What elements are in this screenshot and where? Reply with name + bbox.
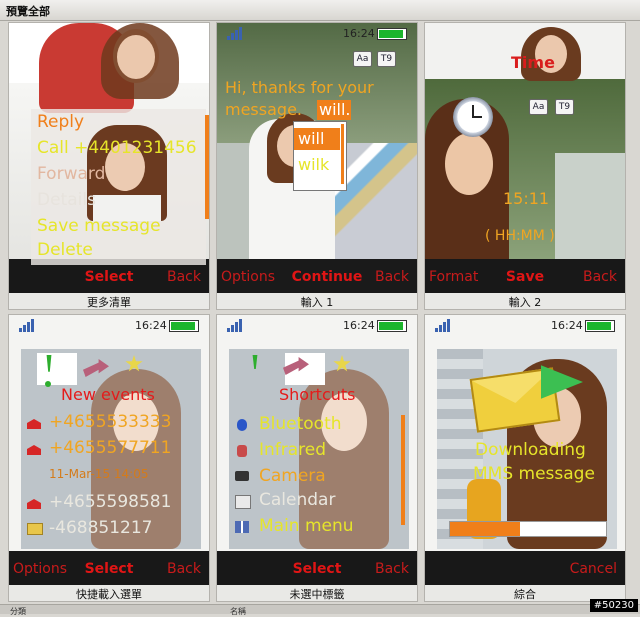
phone-screen: Reply Call +4401231456 Forward Details S… bbox=[9, 23, 209, 293]
signal-icon bbox=[429, 318, 451, 332]
preview-caption: 輸入 1 bbox=[300, 296, 334, 309]
t9-suggestions: will wilk bbox=[293, 121, 347, 191]
phone-screen: 16:24 Downloading MMS message Cancel bbox=[425, 315, 625, 585]
shortcuts-title: Shortcuts bbox=[279, 385, 356, 404]
word-highlight: will. bbox=[317, 100, 351, 120]
download-text-line-1: Downloading bbox=[475, 440, 586, 460]
clock: 16:24 bbox=[135, 319, 167, 332]
preview-caption: 快捷載入選單 bbox=[76, 588, 142, 601]
progress-fill bbox=[450, 522, 521, 536]
watermark: #50230 bbox=[589, 599, 638, 612]
download-text-line-2: MMS message bbox=[473, 464, 595, 484]
softkey-back[interactable]: Back bbox=[375, 561, 409, 577]
preview-composite[interactable]: 16:24 Downloading MMS message Cancel 綜合 bbox=[424, 314, 626, 602]
message-icon bbox=[27, 523, 43, 535]
menu-item-forward[interactable]: Forward bbox=[37, 163, 105, 186]
time-value[interactable]: 15:11 bbox=[503, 187, 549, 210]
phone-screen: Time Aa T9 15:11 ( HH:MM ) Format Save B… bbox=[425, 23, 625, 293]
clock: 16:24 bbox=[343, 319, 375, 332]
softkey-back[interactable]: Back bbox=[583, 269, 617, 285]
infrared-icon bbox=[237, 445, 247, 457]
clock-icon bbox=[453, 97, 493, 137]
case-mode-icon: Aa bbox=[529, 99, 548, 115]
time-header: Time bbox=[511, 53, 555, 72]
battery-icon bbox=[377, 320, 407, 332]
time-format-hint: ( HH:MM ) bbox=[485, 228, 555, 244]
calendar-icon bbox=[235, 495, 251, 509]
status-bar: 16:24 bbox=[217, 315, 417, 335]
battery-icon bbox=[585, 320, 615, 332]
status-bar: 16:24 bbox=[9, 315, 209, 335]
clock: 16:24 bbox=[551, 319, 583, 332]
progress-bar bbox=[449, 521, 607, 537]
softkey-bar: Options Select Back bbox=[9, 561, 209, 583]
phone-screen: 16:24 Aa T9 Hi, thanks for your message.… bbox=[217, 23, 417, 293]
softkey-back[interactable]: Back bbox=[167, 269, 201, 285]
signal-icon bbox=[13, 318, 35, 332]
menu-item-delete[interactable]: Delete bbox=[37, 239, 93, 262]
battery-icon bbox=[169, 320, 199, 332]
camera-icon bbox=[235, 471, 249, 481]
shortcut-main-menu[interactable]: Main menu bbox=[259, 515, 354, 538]
scrollbar[interactable] bbox=[401, 415, 405, 525]
preview-caption: 更多清單 bbox=[87, 296, 131, 309]
signal-icon bbox=[221, 318, 243, 332]
message-text-line-2[interactable]: message. bbox=[225, 99, 302, 121]
menu-item-call[interactable]: Call +4401231456 bbox=[37, 137, 197, 160]
softkey-back[interactable]: Back bbox=[375, 269, 409, 285]
window-title: 預覽全部 bbox=[6, 5, 50, 18]
status-bar: 16:24 bbox=[217, 23, 417, 43]
status-bar: 16:24 bbox=[425, 315, 625, 335]
preview-input-1[interactable]: 16:24 Aa T9 Hi, thanks for your message.… bbox=[216, 22, 418, 310]
preview-unselected-tabs[interactable]: 16:24 Shortcuts Bluetooth Infrared Camer… bbox=[216, 314, 418, 602]
name-label: 名稱 bbox=[230, 607, 246, 616]
suggestion-wilk[interactable]: wilk bbox=[298, 154, 329, 176]
event-item-1[interactable]: +4655533333 bbox=[49, 411, 171, 434]
shortcut-infrared[interactable]: Infrared bbox=[259, 439, 326, 462]
softkey-bar: Format Save Back bbox=[425, 269, 625, 291]
event-item-3[interactable]: +4655598581 bbox=[49, 491, 171, 514]
preview-more-menu[interactable]: Reply Call +4401231456 Forward Details S… bbox=[8, 22, 210, 310]
softkey-bar: Select Back bbox=[217, 561, 417, 583]
preview-input-2[interactable]: Time Aa T9 15:11 ( HH:MM ) Format Save B… bbox=[424, 22, 626, 310]
preview-quick-menu[interactable]: 16:24 New events +4655533333 +4655577711… bbox=[8, 314, 210, 602]
shortcut-bluetooth[interactable]: Bluetooth bbox=[259, 413, 342, 436]
softkey-bar: Options Continue Back bbox=[217, 269, 417, 291]
softkey-cancel[interactable]: Cancel bbox=[570, 561, 617, 577]
case-mode-icon: Aa bbox=[353, 51, 372, 67]
phone-screen: 16:24 Shortcuts Bluetooth Infrared Camer… bbox=[217, 315, 417, 585]
clock: 16:24 bbox=[343, 27, 375, 40]
new-events-title: New events bbox=[61, 385, 155, 404]
phone-screen: 16:24 New events +4655533333 +4655577711… bbox=[9, 315, 209, 585]
preview-caption: 輸入 2 bbox=[508, 296, 542, 309]
t9-mode-icon: T9 bbox=[555, 99, 574, 115]
shortcut-camera[interactable]: Camera bbox=[259, 465, 326, 488]
highlighted-word[interactable]: will. bbox=[319, 100, 351, 120]
softkey-bar: Select Back bbox=[9, 269, 209, 291]
category-label: 分類 bbox=[10, 607, 26, 616]
t9-mode-icon: T9 bbox=[377, 51, 396, 67]
softkey-back[interactable]: Back bbox=[167, 561, 201, 577]
softkey-bar: Cancel bbox=[425, 561, 625, 583]
event-timestamp: 11-Mar-15 14:05 bbox=[49, 467, 149, 481]
menu-item-details[interactable]: Details bbox=[37, 189, 96, 212]
window-titlebar: 預覽全部 bbox=[0, 0, 640, 21]
preview-caption: 未選中標籤 bbox=[289, 588, 345, 601]
menu-item-save-message[interactable]: Save message bbox=[37, 215, 161, 238]
message-text-line-1[interactable]: Hi, thanks for your bbox=[225, 77, 374, 99]
menu-item-reply[interactable]: Reply bbox=[37, 111, 84, 134]
event-item-4[interactable]: -468851217 bbox=[49, 517, 152, 540]
bluetooth-icon bbox=[237, 419, 247, 431]
event-item-2[interactable]: +4655577711 bbox=[49, 437, 171, 460]
battery-icon bbox=[377, 28, 407, 40]
suggestion-will[interactable]: will bbox=[298, 128, 324, 150]
shortcut-calendar[interactable]: Calendar bbox=[259, 489, 335, 512]
main-menu-icon bbox=[235, 521, 249, 533]
signal-icon bbox=[221, 26, 243, 40]
scrollbar[interactable] bbox=[205, 115, 209, 219]
